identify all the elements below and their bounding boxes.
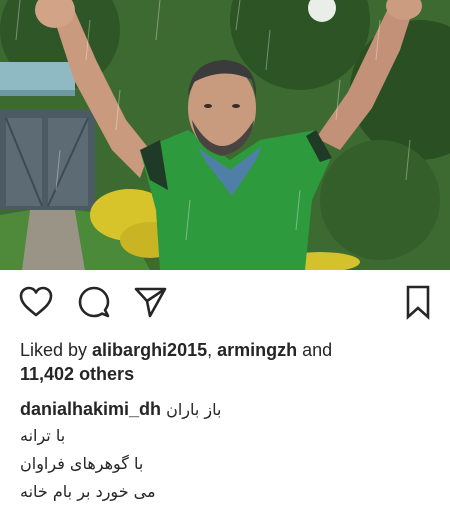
send-icon xyxy=(134,287,167,318)
comment-icon xyxy=(78,286,110,318)
bookmark-icon xyxy=(406,285,430,320)
likes-conjunction: and xyxy=(297,340,333,360)
like-button[interactable] xyxy=(16,282,56,322)
caption-line-1: باز باران xyxy=(166,400,222,419)
caption-line-3: با گوهرهای فراوان xyxy=(20,454,144,473)
likes-summary: Liked by alibarghi2015, armingzh and 11,… xyxy=(20,338,440,386)
liker-username-1[interactable]: alibarghi2015 xyxy=(92,340,207,360)
heart-icon xyxy=(19,286,53,317)
caption-username[interactable]: danialhakimi_dh xyxy=(20,399,161,419)
post-photo[interactable] xyxy=(0,0,450,270)
photo-illustration xyxy=(0,0,450,270)
action-bar xyxy=(0,282,450,326)
comment-button[interactable] xyxy=(74,282,114,322)
save-button[interactable] xyxy=(398,282,438,322)
share-button[interactable] xyxy=(130,282,170,322)
caption-header: danialhakimi_dh باز باران xyxy=(20,396,440,422)
liker-username-2[interactable]: armingzh xyxy=(217,340,297,360)
caption-line-2: با ترانه xyxy=(20,426,66,445)
likes-count[interactable]: 11,402 others xyxy=(20,364,134,384)
likes-separator: , xyxy=(207,340,218,360)
likes-prefix: Liked by xyxy=(20,340,93,360)
caption-line-4: می خورد بر بام خانه xyxy=(20,482,156,501)
